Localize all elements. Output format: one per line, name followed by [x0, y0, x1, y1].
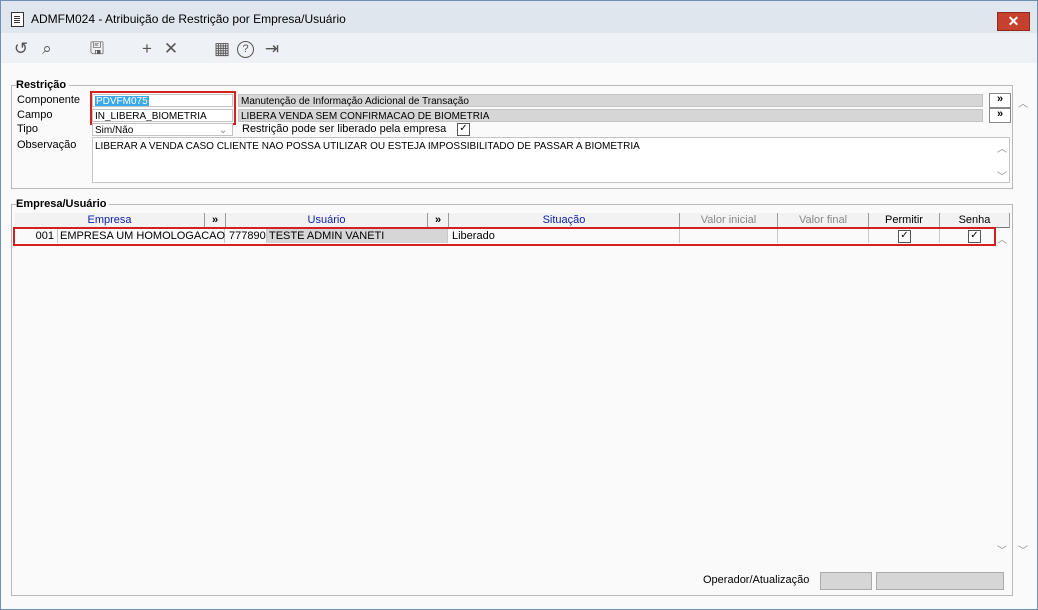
tipo-label: Tipo — [17, 123, 38, 135]
delete-icon[interactable]: ✕ — [161, 39, 181, 59]
col-permitir-header[interactable]: Permitir — [869, 213, 940, 228]
atualizacao-field — [876, 572, 1004, 590]
calendar-icon[interactable]: ▦ — [212, 39, 232, 59]
highlight-row — [13, 227, 996, 246]
application-window: ADMFM024 - Atribuição de Restrição por E… — [0, 0, 1038, 610]
exit-icon[interactable]: ⇥ — [262, 39, 282, 59]
operador-field — [820, 572, 872, 590]
highlight-componente-campo — [90, 91, 236, 125]
observacao-label: Observação — [17, 139, 77, 151]
campo-lookup-button[interactable]: » — [989, 108, 1011, 123]
chevron-up-icon[interactable]: ︿ — [997, 140, 1007, 155]
tipo-select[interactable]: Sim/Não — [92, 123, 233, 136]
liberado-checkbox[interactable]: ✓ — [457, 123, 470, 136]
help-icon[interactable]: ? — [237, 41, 254, 58]
liberado-label: Restrição pode ser liberado pela empresa — [242, 123, 447, 135]
operador-label: Operador/Atualização — [703, 574, 810, 586]
usuario-lookup-button[interactable]: » — [428, 213, 449, 228]
save-icon[interactable]: 🖫 — [87, 39, 107, 59]
empresa-usuario-group-title: Empresa/Usuário — [16, 198, 110, 210]
col-valor-inicial-header[interactable]: Valor inicial — [680, 213, 778, 228]
chevron-down-icon[interactable]: ⌄ — [219, 125, 227, 136]
col-empresa-header[interactable]: Empresa — [15, 213, 205, 228]
empresa-lookup-button[interactable]: » — [205, 213, 226, 228]
search-icon[interactable]: ⌕ — [37, 39, 57, 59]
window-title: ADMFM024 - Atribuição de Restrição por E… — [31, 12, 346, 26]
document-icon — [11, 12, 24, 27]
campo-label: Campo — [17, 109, 53, 121]
chevron-down-icon[interactable]: ﹀ — [1018, 542, 1028, 557]
componente-description: Manutenção de Informação Adicional de Tr… — [238, 94, 983, 107]
restricao-group-title: Restrição — [16, 79, 70, 91]
observacao-textarea[interactable]: LIBERAR A VENDA CASO CLIENTE NAO POSSA U… — [92, 137, 1010, 183]
chevron-up-icon[interactable]: ︿ — [997, 231, 1007, 246]
title-bar: ADMFM024 - Atribuição de Restrição por E… — [1, 1, 1037, 33]
close-button[interactable]: ✕ — [997, 12, 1030, 31]
col-situacao-header[interactable]: Situação — [449, 213, 680, 228]
col-valor-final-header[interactable]: Valor final — [778, 213, 869, 228]
col-usuario-header[interactable]: Usuário — [226, 213, 428, 228]
chevron-up-icon[interactable]: ︿ — [1018, 95, 1028, 110]
add-icon[interactable]: + — [137, 39, 157, 59]
col-senha-header[interactable]: Senha — [940, 213, 1010, 228]
campo-description: LIBERA VENDA SEM CONFIRMACAO DE BIOMETRI… — [238, 109, 983, 122]
toolbar: ↺ ⌕ 🖫 + ✕ ▦ ? ⇥ — [1, 33, 1037, 63]
undo-icon[interactable]: ↺ — [11, 39, 31, 59]
componente-lookup-button[interactable]: » — [989, 93, 1011, 108]
chevron-down-icon[interactable]: ﹀ — [997, 542, 1007, 557]
chevron-down-icon[interactable]: ﹀ — [997, 168, 1007, 183]
componente-label: Componente — [17, 94, 80, 106]
empresa-usuario-group — [11, 204, 1013, 596]
